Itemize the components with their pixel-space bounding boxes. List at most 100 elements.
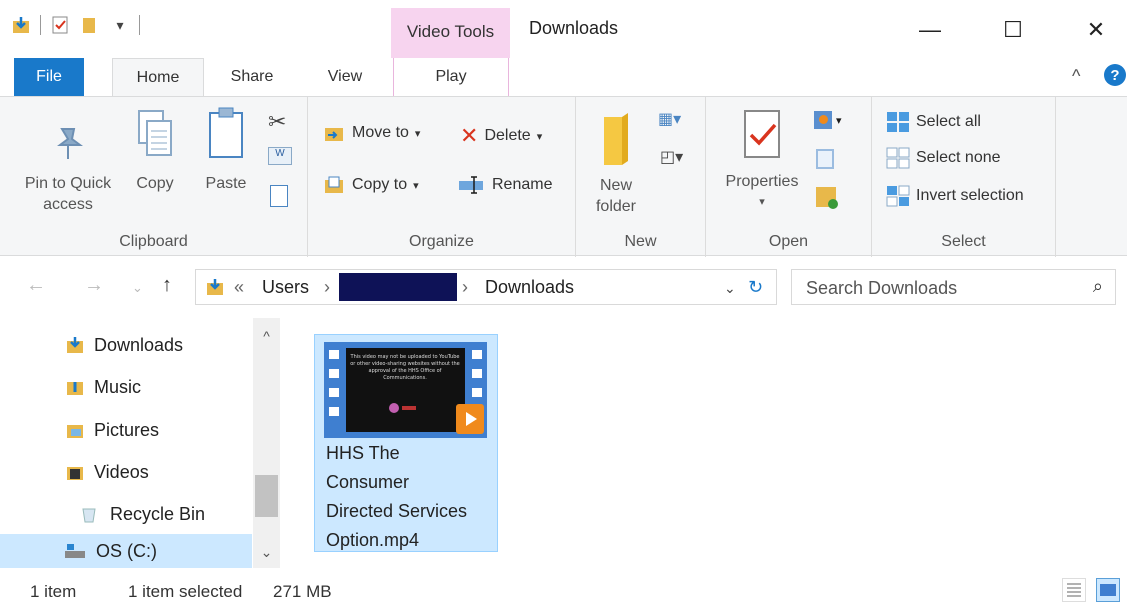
customize-toolbar-icon[interactable]: ▾ [109,14,131,36]
move-to-button[interactable]: Move to ▾ [324,123,420,143]
copy-path-icon[interactable]: W [268,147,292,165]
delete-button[interactable]: ✕ Delete ▾ [460,123,542,149]
nav-item-videos[interactable]: Videos [0,454,252,490]
properties-icon [744,110,780,158]
breadcrumb-users[interactable]: Users [262,277,309,298]
nav-pane-scrollbar[interactable]: ^ ⌄ [253,318,280,568]
breadcrumb-downloads[interactable]: Downloads [485,277,574,298]
quick-access-toolbar: ▾ [10,14,140,36]
nav-item-downloads[interactable]: Downloads [0,327,252,363]
search-box[interactable]: Search Downloads ⌕ [791,269,1116,305]
rename-icon [459,176,483,194]
downloads-folder-icon[interactable] [10,14,32,36]
invert-selection-button[interactable]: Invert selection [886,185,1024,207]
delete-icon: ✕ [460,123,479,148]
selection-info: 1 item selected [128,582,243,601]
status-bar: 1 item 1 item selected 271 MB [0,574,1127,607]
new-folder-button[interactable]: New folder [588,109,644,217]
item-count: 1 item [30,582,77,601]
minimize-button[interactable]: — [910,12,950,48]
video-thumbnail: This video may not be uploaded to YouTub… [324,342,487,438]
file-name: HHS The Consumer Directed Services Optio… [326,443,468,550]
search-icon[interactable]: ⌕ [1093,276,1103,297]
videos-icon [67,467,83,480]
pin-to-quick-access-button[interactable]: Pin to Quick access [16,111,120,215]
open-label: Open [768,233,809,250]
help-icon[interactable]: ? [1104,64,1126,86]
organize-label: Organize [409,233,474,250]
scroll-down-icon[interactable]: ⌄ [253,544,280,561]
tab-file[interactable]: File [14,58,84,96]
easy-access-icon[interactable]: ◰▾ [660,147,683,167]
nav-item-pictures[interactable]: Pictures [0,412,252,448]
details-view-icon[interactable] [1062,578,1086,602]
copy-to-icon [325,176,343,193]
select-label: Select [941,233,986,250]
clipboard-label: Clipboard [119,233,188,250]
up-arrow-icon[interactable]: ↑ [162,274,172,297]
new-label: New [624,233,657,250]
tab-share[interactable]: Share [214,58,290,96]
scroll-thumb[interactable] [255,475,278,517]
downloads-icon [67,337,83,353]
back-arrow-icon[interactable]: ← [26,274,46,297]
breadcrumb-overflow[interactable]: « [234,277,244,298]
navigation-pane: Downloads Music Pictures Videos Recycle … [0,318,282,568]
close-button[interactable]: ✕ [1076,12,1116,48]
address-dropdown-icon[interactable]: ⌄ [724,280,736,297]
select-none-button[interactable]: Select none [886,147,1001,169]
tab-play[interactable]: Play [393,58,509,96]
file-item[interactable]: This video may not be uploaded to YouTub… [314,334,498,552]
edit-icon[interactable] [816,149,834,169]
nav-item-recycle-bin[interactable]: Recycle Bin [0,496,252,532]
thumbnail-caption: This video may not be uploaded to YouTub… [350,354,460,381]
nav-item-music[interactable]: Music [0,369,252,405]
new-folder-icon[interactable] [79,14,101,36]
downloads-location-icon [207,279,223,295]
pictures-icon [67,425,83,438]
copy-button[interactable]: Copy [130,107,180,194]
invert-selection-icon [886,185,910,207]
window-title: Downloads [529,18,619,38]
select-all-icon [887,112,909,132]
open-with-button[interactable]: ▾ [814,111,842,129]
maximize-button[interactable]: ☐ [993,12,1033,48]
title-bar: ▾ Video Tools Downloads — ☐ ✕ [0,0,1127,58]
scroll-up-icon[interactable]: ^ [253,328,280,344]
history-icon[interactable] [816,187,838,209]
select-group: Select all Select none Invert selection … [872,97,1056,257]
tab-view[interactable]: View [310,58,380,96]
tab-home[interactable]: Home [112,58,204,96]
select-all-button[interactable]: Select all [886,111,981,133]
address-bar[interactable]: « Users › › Downloads ⌄ ↻ [195,269,777,305]
cut-icon[interactable]: ✂ [268,109,286,135]
paste-icon [209,107,243,158]
paste-shortcut-icon[interactable] [270,185,288,207]
ribbon: Pin to Quick access Copy Paste ✂ W Clipb… [0,96,1127,257]
refresh-icon[interactable]: ↻ [748,277,763,298]
toolbar-separator [139,15,140,35]
paste-button[interactable]: Paste [200,105,252,194]
collapse-ribbon-icon[interactable]: ^ [1072,66,1080,87]
properties-button[interactable]: Properties ▾ [716,107,808,213]
select-none-icon [886,147,910,169]
search-placeholder: Search Downloads [806,278,958,298]
clipboard-group: Pin to Quick access Copy Paste ✂ W Clipb… [0,97,308,257]
breadcrumb-separator: › [462,277,468,297]
video-tools-context-tab: Video Tools [391,8,510,58]
navigation-bar: ← → ⌄ ↑ « Users › › Downloads ⌄ ↻ Search… [0,264,1127,310]
large-icons-view-icon[interactable] [1096,578,1120,602]
new-item-icon[interactable]: ▦▾ [658,109,681,129]
folder-icon [604,113,628,165]
recent-locations-icon[interactable]: ⌄ [132,280,143,296]
move-to-icon [325,128,343,141]
rename-button[interactable]: Rename [458,175,552,195]
copy-to-button[interactable]: Copy to ▾ [324,175,419,195]
toolbar-separator [40,15,41,35]
properties-icon[interactable] [49,14,71,36]
open-group: Properties ▾ ▾ Open [706,97,872,257]
forward-arrow-icon[interactable]: → [84,274,104,297]
nav-item-os-c[interactable]: OS (C:) [0,534,252,568]
music-icon [67,382,83,395]
new-group: New folder ▦▾ ◰▾ New [576,97,706,257]
